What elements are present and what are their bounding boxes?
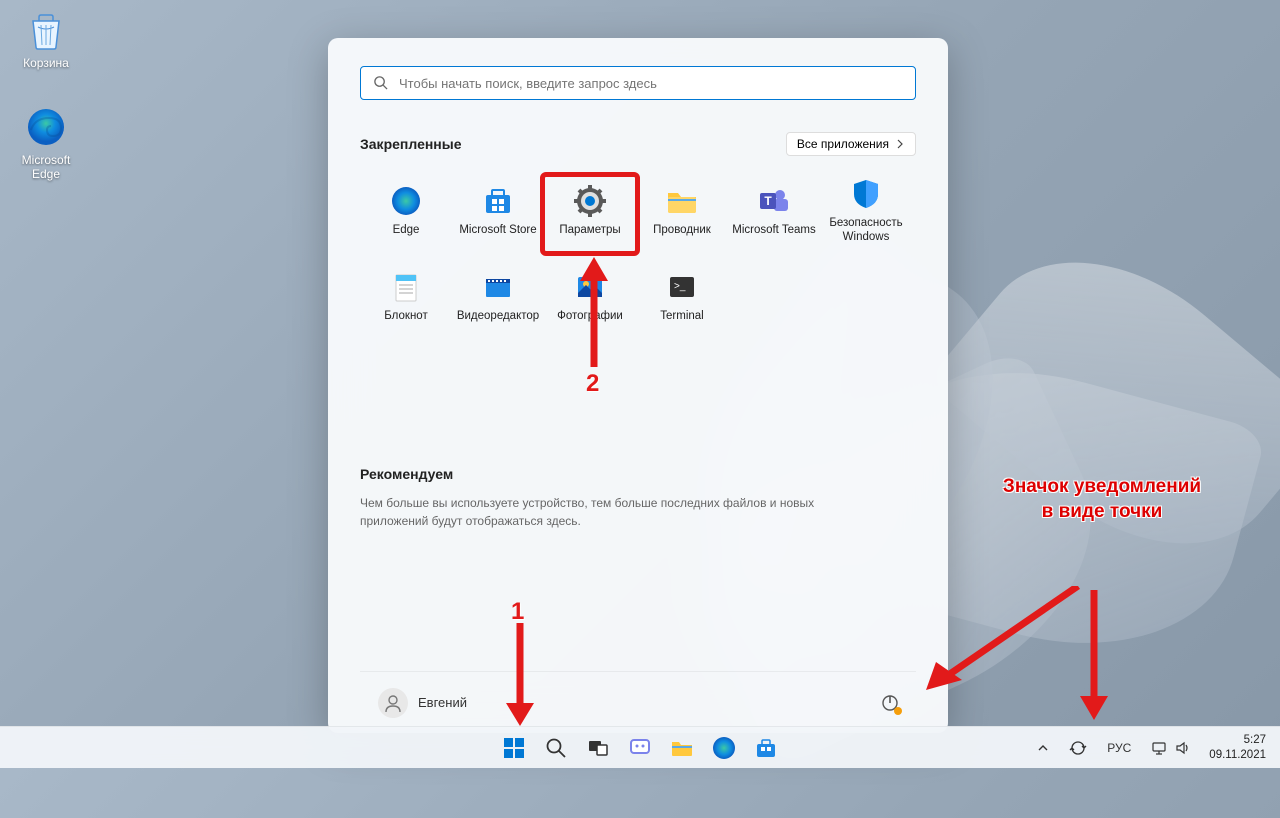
terminal-icon: >_ <box>665 270 699 304</box>
task-view-button[interactable] <box>580 730 616 766</box>
app-explorer[interactable]: Проводник <box>636 172 728 250</box>
video-editor-icon <box>481 270 515 304</box>
store-icon <box>754 736 778 760</box>
language-label: РУС <box>1107 741 1131 755</box>
app-settings[interactable]: Параметры <box>544 172 636 250</box>
search-icon <box>373 75 389 91</box>
start-button[interactable] <box>496 730 532 766</box>
app-label: Параметры <box>559 224 620 238</box>
task-view-icon <box>587 737 609 759</box>
recommend-section-title: Рекомендуем <box>360 466 916 482</box>
taskbar-center <box>496 730 784 766</box>
app-windows-security[interactable]: Безопасность Windows <box>820 172 912 250</box>
annotation-notification-text: Значок уведомлений в виде точки <box>1002 475 1202 524</box>
taskbar-explorer-button[interactable] <box>664 730 700 766</box>
language-indicator[interactable]: РУС <box>1099 737 1139 759</box>
app-label: Edge <box>393 224 420 238</box>
notepad-icon <box>389 270 423 304</box>
app-label: Безопасность Windows <box>820 217 912 245</box>
desktop-icon-recycle-bin[interactable]: Корзина <box>10 8 82 70</box>
all-apps-button[interactable]: Все приложения <box>786 132 916 156</box>
search-icon <box>545 737 567 759</box>
folder-icon <box>670 736 694 760</box>
app-terminal[interactable]: >_ Terminal <box>636 258 728 336</box>
user-name: Евгений <box>418 695 467 710</box>
taskbar-store-button[interactable] <box>748 730 784 766</box>
app-notepad[interactable]: Блокнот <box>360 258 452 336</box>
recycle-bin-icon <box>24 8 68 52</box>
tray-onedrive-button[interactable] <box>1061 735 1095 761</box>
taskbar-time: 5:27 <box>1209 733 1266 747</box>
desktop-icon-edge[interactable]: Microsoft Edge <box>10 105 82 182</box>
edge-icon <box>389 184 423 218</box>
app-teams[interactable]: T Microsoft Teams <box>728 172 820 250</box>
taskbar-edge-button[interactable] <box>706 730 742 766</box>
notification-dot-icon <box>894 707 902 715</box>
volume-icon <box>1175 740 1191 756</box>
app-edge[interactable]: Edge <box>360 172 452 250</box>
taskbar-clock[interactable]: 5:27 09.11.2021 <box>1203 733 1272 762</box>
shield-icon <box>849 177 883 211</box>
pinned-section-title: Закрепленные <box>360 136 462 152</box>
app-label: Видеоредактор <box>457 310 539 324</box>
edge-icon <box>24 105 68 149</box>
svg-text:T: T <box>764 194 772 208</box>
app-photos[interactable]: Фотографии <box>544 258 636 336</box>
app-microsoft-store[interactable]: Microsoft Store <box>452 172 544 250</box>
sync-icon <box>1069 739 1087 757</box>
taskbar-widgets-button[interactable] <box>622 730 658 766</box>
svg-text:>_: >_ <box>674 281 686 292</box>
tray-chevron-button[interactable] <box>1029 738 1057 758</box>
user-avatar-icon <box>378 688 408 718</box>
power-button[interactable] <box>872 685 908 721</box>
pinned-apps-grid: Edge Microsoft Store Параметры Проводник… <box>360 172 916 336</box>
taskbar-date: 09.11.2021 <box>1209 748 1266 762</box>
network-icon <box>1151 740 1167 756</box>
chevron-right-icon <box>895 139 905 149</box>
photos-icon <box>573 270 607 304</box>
app-label: Проводник <box>653 224 711 238</box>
taskbar: РУС 5:27 09.11.2021 <box>0 726 1280 768</box>
edge-icon <box>712 736 736 760</box>
search-box[interactable] <box>360 66 916 100</box>
app-video-editor[interactable]: Видеоредактор <box>452 258 544 336</box>
windows-logo-icon <box>502 736 526 760</box>
annotation-arrow-tray <box>1074 590 1114 722</box>
app-label: Terminal <box>660 310 703 324</box>
store-icon <box>481 184 515 218</box>
gear-icon <box>573 184 607 218</box>
app-label: Блокнот <box>384 310 427 324</box>
taskbar-right: РУС 5:27 09.11.2021 <box>1029 727 1280 768</box>
search-input[interactable] <box>399 76 903 91</box>
teams-icon: T <box>757 184 791 218</box>
all-apps-label: Все приложения <box>797 137 889 151</box>
taskbar-search-button[interactable] <box>538 730 574 766</box>
recommend-text: Чем больше вы используете устройство, те… <box>360 494 880 530</box>
desktop-icon-label: Microsoft Edge <box>10 153 82 182</box>
chat-icon <box>629 737 651 759</box>
app-label: Microsoft Teams <box>732 224 816 238</box>
app-label: Фотографии <box>557 310 623 324</box>
start-menu-footer: Евгений <box>360 671 916 733</box>
system-tray-button[interactable] <box>1143 736 1199 760</box>
user-account-button[interactable]: Евгений <box>368 682 477 724</box>
desktop-icon-label: Корзина <box>10 56 82 70</box>
app-label: Microsoft Store <box>459 224 536 238</box>
folder-icon <box>665 184 699 218</box>
chevron-up-icon <box>1037 742 1049 754</box>
start-menu: Закрепленные Все приложения Edge Microso… <box>328 38 948 733</box>
